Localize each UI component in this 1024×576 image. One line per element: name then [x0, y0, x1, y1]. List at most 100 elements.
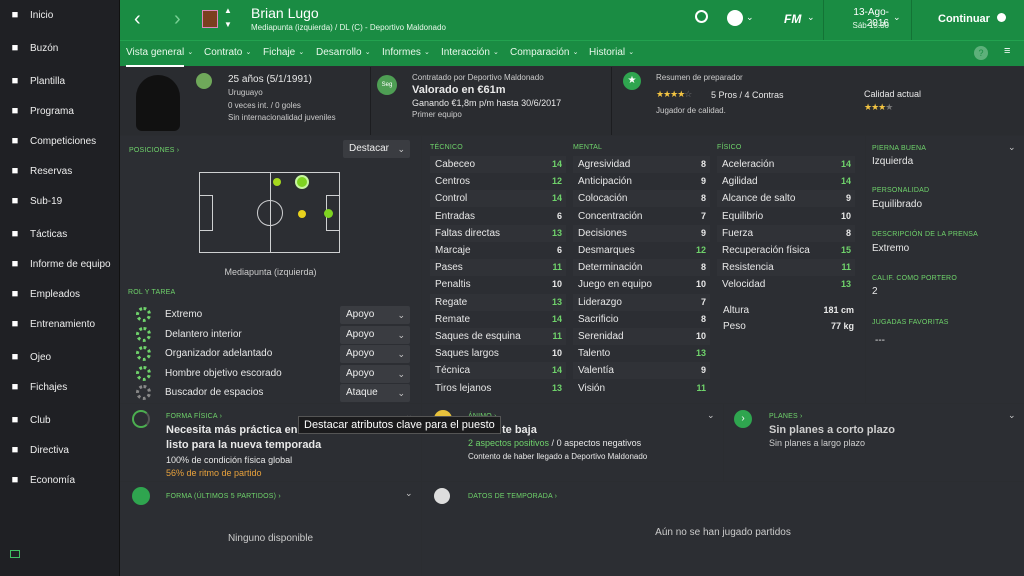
- attribute-row: Tiros lejanos 13: [430, 380, 566, 397]
- height-value: 181 cm: [823, 305, 854, 315]
- attribute-value: 14: [840, 159, 851, 169]
- nationality: Uruguayo: [228, 88, 263, 97]
- sidebar-item-label: Tácticas: [30, 228, 68, 240]
- sidebar-item-informe-de-equipo[interactable]: ■ Informe de equipo: [0, 249, 120, 279]
- back-button[interactable]: ‹: [134, 8, 141, 31]
- chevron-down-icon: ⌄: [397, 349, 405, 359]
- attribute-name: Tiros lejanos: [435, 382, 492, 394]
- role-duty-dropdown[interactable]: Apoyo ⌄: [340, 306, 410, 324]
- player-avatar: [136, 75, 180, 131]
- role-duty-dropdown[interactable]: Ataque ⌄: [340, 384, 410, 402]
- sidebar-item-buz-n[interactable]: ■ Buzón: [0, 33, 120, 63]
- attribute-name: Talento: [578, 348, 611, 360]
- mental-label: MENTAL: [573, 144, 603, 151]
- attribute-value: 14: [551, 193, 562, 204]
- divider: [611, 67, 612, 135]
- sidebar-item-empleados[interactable]: ■ Empleados: [0, 279, 120, 309]
- attribute-value: 13: [551, 382, 562, 393]
- highlight-tooltip: Destacar atributos clave para el puesto: [298, 416, 501, 434]
- staff-icon: ■: [11, 288, 19, 300]
- inbox-icon: ■: [11, 42, 19, 54]
- tab-historial[interactable]: Historial ⌄: [589, 41, 634, 67]
- recent-chevron-icon[interactable]: ⌄: [405, 488, 413, 499]
- attribute-row: Penaltis 10: [430, 276, 566, 293]
- attribute-name: Sacrificio: [578, 313, 619, 325]
- up-arrow-icon[interactable]: ▲: [224, 6, 232, 15]
- fm-menu-chevron-icon[interactable]: ⌄: [807, 12, 815, 23]
- help-icon[interactable]: ?: [974, 46, 988, 60]
- tab-desarrollo[interactable]: Desarrollo ⌄: [316, 41, 371, 67]
- continue-button[interactable]: Continuar: [938, 13, 1007, 25]
- date-chevron-icon[interactable]: ⌄: [893, 12, 901, 23]
- plans-label[interactable]: PLANES ›: [769, 413, 803, 420]
- attribute-row: Saques de esquina 11: [430, 328, 566, 345]
- sidebar-item-inicio[interactable]: ■ Inicio: [0, 0, 120, 30]
- sidebar-item-fichajes[interactable]: ■ Fichajes: [0, 372, 120, 402]
- sidebar-item-club[interactable]: ■ Club: [0, 405, 120, 435]
- attribute-name: Remate: [435, 313, 471, 325]
- play-icon: [997, 13, 1007, 22]
- tab-chevron-icon: ⌄: [628, 49, 635, 56]
- attribute-value: 7: [700, 210, 706, 221]
- tab-comparaci-n[interactable]: Comparación ⌄: [510, 41, 578, 67]
- youth-icon: ■: [11, 195, 19, 207]
- attribute-row: Juego en equipo 10: [573, 276, 710, 293]
- sidebar-item-ojeo[interactable]: ■ Ojeo: [0, 342, 120, 372]
- attribute-value: 13: [840, 279, 851, 290]
- sidebar-item-plantilla[interactable]: ■ Plantilla: [0, 66, 120, 96]
- globe-icon[interactable]: [727, 10, 743, 26]
- down-arrow-icon[interactable]: ▼: [224, 20, 232, 29]
- attribute-value: 8: [700, 313, 706, 324]
- attribute-row: Equilibrio 10: [717, 208, 855, 225]
- role-duty-dropdown[interactable]: Apoyo ⌄: [340, 325, 410, 344]
- position-name: Mediapunta (izquierda): [224, 267, 317, 277]
- info-chevron-icon[interactable]: ⌄: [1008, 142, 1016, 153]
- attribute-name: Entradas: [435, 210, 476, 222]
- role-name: Organizador adelantado: [165, 348, 273, 359]
- sidebar-item-directiva[interactable]: ■ Directiva: [0, 435, 120, 465]
- sidebar-item-reservas[interactable]: ■ Reservas: [0, 156, 120, 186]
- positions-label[interactable]: POSICIONES ›: [129, 147, 179, 154]
- attribute-value: 14: [551, 365, 562, 376]
- sidebar-item-programa[interactable]: ■ Programa: [0, 96, 120, 126]
- fm-logo[interactable]: FM: [784, 12, 801, 26]
- plans-chevron-icon[interactable]: ⌄: [1008, 410, 1016, 421]
- recent-form-label[interactable]: FORMA (ÚLTIMOS 5 PARTIDOS) ›: [166, 493, 281, 500]
- attribute-value: 9: [700, 365, 706, 376]
- position-dot: [324, 209, 333, 218]
- attribute-value: 8: [700, 262, 706, 273]
- more-icon[interactable]: ≡: [1004, 45, 1010, 57]
- search-icon[interactable]: [695, 10, 708, 23]
- pitch-left-box: [199, 195, 213, 231]
- contract-badge: Seg: [377, 75, 397, 95]
- sidebar-item-t-cticas[interactable]: ■ Tácticas: [0, 219, 120, 249]
- chevron-down-icon[interactable]: ⌄: [746, 12, 754, 23]
- season-label[interactable]: DATOS DE TEMPORADA ›: [468, 493, 557, 500]
- age: 25 años (5/1/1991): [228, 74, 312, 85]
- tab-informes[interactable]: Informes ⌄: [382, 41, 430, 67]
- highlight-dropdown[interactable]: Destacar ⌄: [343, 140, 410, 158]
- role-duty-label: Ataque: [346, 387, 378, 398]
- fitness-rhythm: 56% de ritmo de partido: [166, 468, 262, 478]
- plans-panel: › PLANES › ⌄ Sin planes a corto plazo Si…: [724, 404, 1024, 481]
- sidebar-item-econom-a[interactable]: ■ Economía: [0, 465, 120, 495]
- sidebar-item-sub-19[interactable]: ■ Sub-19: [0, 186, 120, 216]
- tab-contrato[interactable]: Contrato ⌄: [204, 41, 251, 67]
- role-duty-dropdown[interactable]: Apoyo ⌄: [340, 345, 410, 363]
- tab-fichaje[interactable]: Fichaje ⌄: [263, 41, 304, 67]
- attribute-name: Regate: [435, 296, 468, 308]
- attribute-value: 10: [551, 279, 562, 290]
- attribute-name: Aceleración: [722, 159, 775, 170]
- sidebar-item-entrenamiento[interactable]: ■ Entrenamiento: [0, 309, 120, 339]
- tab-vista-general[interactable]: Vista general ⌄: [126, 41, 193, 67]
- attribute-name: Técnica: [435, 365, 471, 377]
- role-duty-dropdown[interactable]: Apoyo ⌄: [340, 364, 410, 383]
- sidebar-item-competiciones[interactable]: ■ Competiciones: [0, 126, 120, 156]
- attribute-row: Remate 14: [430, 311, 566, 328]
- sidebar-item-label: Economía: [30, 474, 76, 486]
- fitness-label[interactable]: FORMA FÍSICA ›: [166, 413, 222, 420]
- morale-chevron-icon[interactable]: ⌄: [707, 410, 715, 421]
- tab-interacci-n[interactable]: Interacción ⌄: [441, 41, 499, 67]
- forward-button[interactable]: ›: [174, 8, 181, 31]
- attribute-row: Recuperación física 15: [717, 242, 855, 259]
